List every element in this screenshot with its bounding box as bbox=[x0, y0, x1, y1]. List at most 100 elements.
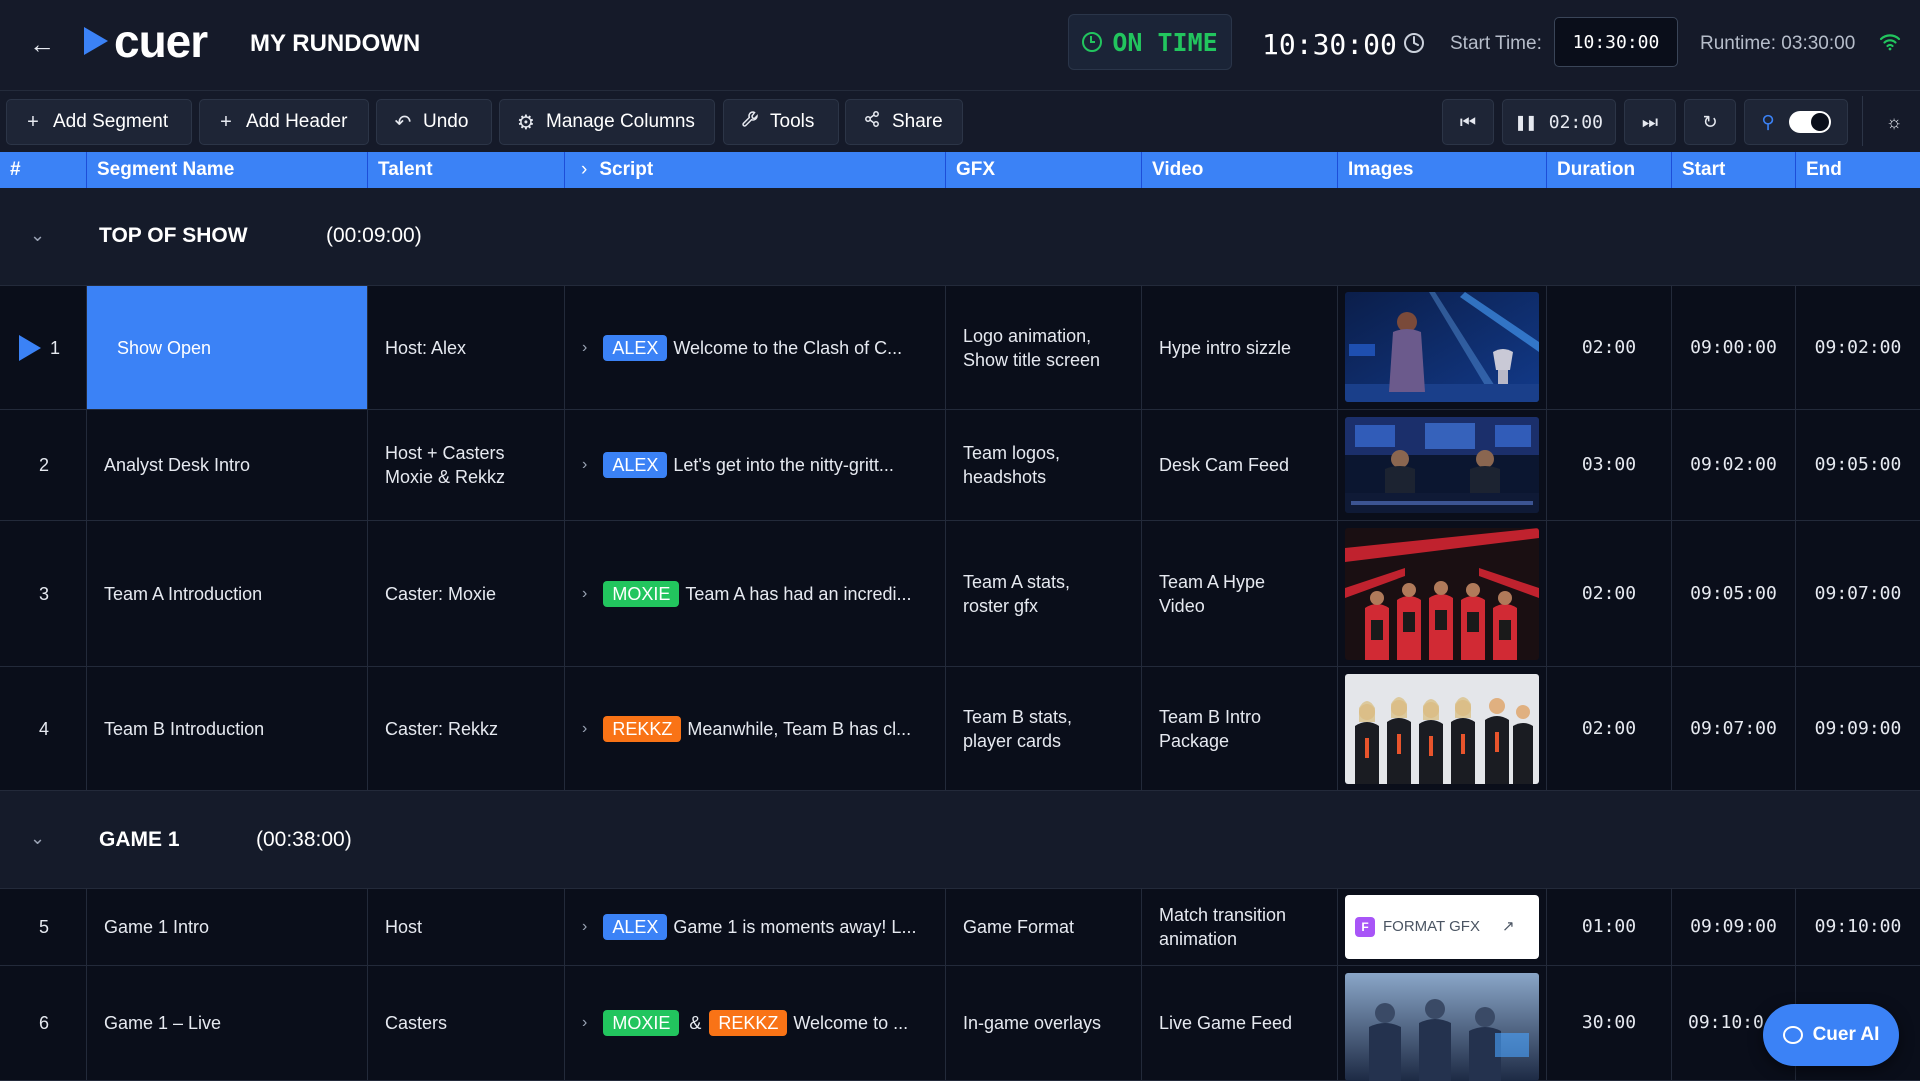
duration-cell[interactable]: 02:00 bbox=[1547, 286, 1672, 409]
segment-thumbnail-image[interactable] bbox=[1345, 528, 1539, 660]
column-header-gfx[interactable]: GFX bbox=[946, 152, 1142, 188]
gfx-cell[interactable]: Team A stats, roster gfx bbox=[946, 521, 1142, 666]
table-row[interactable]: 4 Team B Introduction Caster: Rekkz › RE… bbox=[0, 667, 1920, 791]
external-link-icon[interactable]: ↗ bbox=[1502, 915, 1515, 939]
segment-thumbnail-image[interactable] bbox=[1345, 973, 1539, 1081]
gfx-cell[interactable]: Logo animation, Show title screen bbox=[946, 286, 1142, 409]
table-row[interactable]: 2 Analyst Desk Intro Host + Casters Moxie… bbox=[0, 410, 1920, 521]
cuer-logo: cuer bbox=[84, 15, 208, 67]
video-cell[interactable]: Team B Intro Package bbox=[1142, 667, 1338, 790]
plus-icon: + bbox=[27, 110, 39, 133]
expand-chevron-icon[interactable]: › bbox=[582, 582, 587, 606]
gfx-cell[interactable]: Team logos, headshots bbox=[946, 410, 1142, 520]
talent-cell[interactable]: Caster: Moxie bbox=[368, 521, 565, 666]
talent-cell[interactable]: Host bbox=[368, 889, 565, 965]
video-cell[interactable]: Desk Cam Feed bbox=[1142, 410, 1338, 520]
undo-button[interactable]: ↶ Undo bbox=[376, 99, 492, 145]
expand-chevron-icon[interactable]: › bbox=[582, 717, 587, 741]
pause-countdown-button[interactable]: ❚❚ 02:00 bbox=[1502, 99, 1616, 145]
column-header-script[interactable]: › Script bbox=[565, 152, 946, 188]
images-cell[interactable] bbox=[1338, 521, 1547, 666]
column-header-start[interactable]: Start bbox=[1672, 152, 1796, 188]
skip-back-button[interactable]: ⏮ bbox=[1442, 99, 1494, 145]
duration-cell[interactable]: 03:00 bbox=[1547, 410, 1672, 520]
segment-name-cell[interactable]: Show Open bbox=[87, 286, 368, 409]
video-cell[interactable]: Team A Hype Video bbox=[1142, 521, 1338, 666]
table-row[interactable]: 5 Game 1 Intro Host › ALEX Game 1 is mom… bbox=[0, 889, 1920, 966]
talent-text: Host bbox=[385, 917, 423, 937]
images-cell[interactable] bbox=[1338, 966, 1547, 1081]
column-header-video[interactable]: Video bbox=[1142, 152, 1338, 188]
header-title: GAME 1 bbox=[99, 828, 180, 851]
segment-thumbnail-image[interactable] bbox=[1345, 674, 1539, 784]
column-header-talent[interactable]: Talent bbox=[368, 152, 565, 188]
manage-columns-button[interactable]: ⚙ Manage Columns bbox=[499, 99, 715, 145]
format-gfx-card[interactable]: F FORMAT GFX ↗ bbox=[1345, 895, 1539, 959]
images-cell[interactable] bbox=[1338, 410, 1547, 520]
segment-name-cell[interactable]: Game 1 Intro bbox=[87, 889, 368, 965]
segment-name-cell[interactable]: Analyst Desk Intro bbox=[87, 410, 368, 520]
expand-chevron-icon[interactable]: › bbox=[582, 336, 587, 360]
gfx-cell[interactable]: In-game overlays bbox=[946, 966, 1142, 1080]
theme-button[interactable]: ☼ bbox=[1874, 99, 1914, 145]
column-header-duration[interactable]: Duration bbox=[1547, 152, 1672, 188]
table-row[interactable]: 6 Game 1 – Live Casters › MOXIE & REKKZ … bbox=[0, 966, 1920, 1081]
column-header-images[interactable]: Images bbox=[1338, 152, 1547, 188]
script-cell[interactable]: › MOXIE Team A has had an incredi... bbox=[565, 521, 946, 666]
images-cell[interactable] bbox=[1338, 667, 1547, 790]
collapse-chevron-icon[interactable]: ⌄ bbox=[30, 828, 45, 849]
cuer-ai-button[interactable]: Cuer AI bbox=[1763, 1004, 1899, 1066]
segment-name-cell[interactable]: Team A Introduction bbox=[87, 521, 368, 666]
talent-cell[interactable]: Host + Casters Moxie & Rekkz bbox=[368, 410, 565, 520]
share-button[interactable]: Share bbox=[845, 99, 963, 145]
talent-cell[interactable]: Caster: Rekkz bbox=[368, 667, 565, 790]
talent-cell[interactable]: Host: Alex bbox=[368, 286, 565, 409]
table-row[interactable]: 3 Team A Introduction Caster: Moxie › MO… bbox=[0, 521, 1920, 667]
start-time-input[interactable]: 10:30:00 bbox=[1554, 17, 1678, 67]
duration-cell[interactable]: 01:00 bbox=[1547, 889, 1672, 965]
video-cell[interactable]: Hype intro sizzle bbox=[1142, 286, 1338, 409]
segment-name-cell[interactable]: Game 1 – Live bbox=[87, 966, 368, 1080]
images-cell[interactable] bbox=[1338, 286, 1547, 409]
reset-button[interactable]: ↻ bbox=[1684, 99, 1736, 145]
expand-chevron-icon[interactable]: › bbox=[582, 1011, 587, 1035]
column-header-segment-name[interactable]: Segment Name bbox=[87, 152, 368, 188]
skip-forward-button[interactable]: ⏭ bbox=[1624, 99, 1676, 145]
follow-toggle[interactable]: ⚲ bbox=[1744, 99, 1848, 145]
chat-bubble-icon bbox=[1782, 1026, 1803, 1044]
toggle-switch[interactable] bbox=[1788, 111, 1831, 133]
timer-icon[interactable] bbox=[1403, 32, 1425, 59]
gfx-line: Team logos, bbox=[963, 443, 1061, 463]
expand-chevron-icon[interactable]: › bbox=[581, 159, 587, 180]
header-row[interactable]: ⌄ TOP OF SHOW (00:09:00) bbox=[0, 188, 1920, 286]
segment-thumbnail-image[interactable] bbox=[1345, 417, 1539, 513]
row-number: 1 bbox=[50, 337, 61, 358]
script-cell[interactable]: › ALEX Game 1 is moments away! L... bbox=[565, 889, 946, 965]
add-header-button[interactable]: + Add Header bbox=[199, 99, 369, 145]
gfx-cell[interactable]: Team B stats, player cards bbox=[946, 667, 1142, 790]
script-cell[interactable]: › MOXIE & REKKZ Welcome to ... bbox=[565, 966, 946, 1080]
talent-cell[interactable]: Casters bbox=[368, 966, 565, 1080]
images-cell[interactable]: F FORMAT GFX ↗ bbox=[1338, 889, 1547, 965]
script-cell[interactable]: › REKKZ Meanwhile, Team B has cl... bbox=[565, 667, 946, 790]
segment-thumbnail-image[interactable] bbox=[1345, 292, 1539, 402]
column-header-number[interactable]: # bbox=[0, 152, 87, 188]
video-cell[interactable]: Live Game Feed bbox=[1142, 966, 1338, 1080]
gfx-cell[interactable]: Game Format bbox=[946, 889, 1142, 965]
script-cell[interactable]: › ALEX Welcome to the Clash of C... bbox=[565, 286, 946, 409]
column-header-end[interactable]: End bbox=[1796, 152, 1920, 188]
duration-cell[interactable]: 02:00 bbox=[1547, 667, 1672, 790]
video-cell[interactable]: Match transition animation bbox=[1142, 889, 1338, 965]
duration-cell[interactable]: 02:00 bbox=[1547, 521, 1672, 666]
script-cell[interactable]: › ALEX Let's get into the nitty-gritt... bbox=[565, 410, 946, 520]
duration-cell[interactable]: 30:00 bbox=[1547, 966, 1672, 1080]
back-arrow-icon[interactable]: ← bbox=[28, 30, 56, 58]
expand-chevron-icon[interactable]: › bbox=[582, 915, 587, 939]
collapse-chevron-icon[interactable]: ⌄ bbox=[30, 225, 45, 246]
header-row[interactable]: ⌄ GAME 1 (00:38:00) bbox=[0, 791, 1920, 889]
segment-name-cell[interactable]: Team B Introduction bbox=[87, 667, 368, 790]
add-segment-button[interactable]: + Add Segment bbox=[6, 99, 192, 145]
table-row[interactable]: 1 Show Open Host: Alex › ALEX Welcome to… bbox=[0, 286, 1920, 410]
expand-chevron-icon[interactable]: › bbox=[582, 453, 587, 477]
tools-button[interactable]: Tools bbox=[723, 99, 839, 145]
